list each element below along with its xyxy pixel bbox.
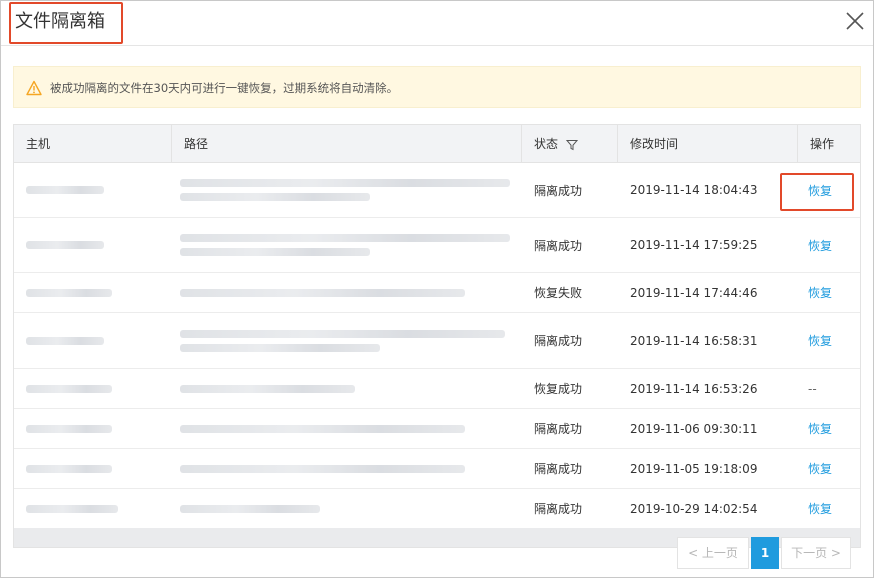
restore-link[interactable]: 恢复 [808,332,832,349]
redacted-path [180,464,465,473]
header-status-label: 状态 [534,137,559,151]
cell-action: 恢复 [808,449,858,488]
warning-icon [26,80,42,96]
redacted-path [180,179,510,187]
table-row: 恢复成功 2019-11-14 16:53:26 -- [14,369,860,409]
cell-action: 恢复 [808,409,858,448]
cell-action: 恢复 [808,218,858,272]
header-path: 路径 [172,125,522,163]
cell-action: 恢复 [808,313,858,368]
table-row: 恢复失败 2019-11-14 17:44:46 恢复 [14,273,860,313]
redacted-path [180,384,355,393]
cell-host [26,369,166,408]
cell-modified-time: 2019-11-14 18:04:43 [630,183,758,197]
cell-host [26,449,166,488]
redacted-host [26,336,104,345]
cell-status: 恢复成功 [534,382,583,396]
cell-modified-time: 2019-11-14 17:44:46 [630,285,758,300]
table-row: 隔离成功 2019-11-05 19:18:09 恢复 [14,449,860,489]
restore-link[interactable]: 恢复 [808,420,832,437]
table-header: 主机 路径 状态 修改时间 操作 [14,125,860,163]
quarantine-table: 主机 路径 状态 修改时间 操作 隔离成功 2019-11-14 18:04:43… [13,124,861,548]
cell-status: 隔离成功 [534,183,583,198]
prev-page-button[interactable]: < 上一页 [677,537,749,569]
redacted-path [180,424,465,433]
title-highlight-box [9,2,123,44]
redacted-path [180,193,370,201]
cell-action: 恢复 [808,489,858,528]
cell-action: -- [808,369,858,408]
cell-path [180,369,516,408]
redacted-host [26,424,112,433]
restore-link[interactable]: 恢复 [808,460,832,477]
header-action: 操作 [810,137,835,151]
header-modified: 修改时间 [618,125,798,163]
close-button[interactable] [841,7,869,35]
cell-modified-time: 2019-11-06 09:30:11 [630,421,758,436]
redacted-host [26,186,104,194]
cell-host [26,163,166,217]
cell-status: 隔离成功 [534,462,583,476]
cell-path [180,163,516,217]
next-page-button[interactable]: 下一页 > [781,537,851,569]
cell-modified-time: 2019-11-14 16:58:31 [630,333,758,348]
cell-modified-time: 2019-10-29 14:02:54 [630,501,758,516]
redacted-path [180,234,510,242]
cell-host [26,489,166,528]
restore-link[interactable]: 恢复 [808,284,832,301]
quarantine-dialog: 文件隔离箱 被成功隔离的文件在30天内可进行一键恢复，过期系统将自动清除。 主机… [0,0,874,578]
redacted-host [26,464,112,473]
cell-status: 恢复失败 [534,286,583,300]
cell-host [26,273,166,312]
redacted-host [26,384,112,393]
pagination: < 上一页 1 下一页 > [1,537,874,569]
header-status[interactable]: 状态 [522,125,618,163]
table-row: 隔离成功 2019-11-14 17:59:25 恢复 [14,218,860,273]
cell-path [180,489,516,528]
cell-status: 隔离成功 [534,334,583,348]
cell-path [180,449,516,488]
cell-modified-time: 2019-11-05 19:18:09 [630,461,758,476]
cell-path [180,409,516,448]
no-action: -- [808,381,817,396]
filter-icon[interactable] [565,139,578,151]
redacted-path [180,248,370,256]
table-row: 隔离成功 2019-11-14 18:04:43 恢复 [14,163,860,218]
redacted-host [26,241,104,249]
cell-host [26,409,166,448]
restore-link[interactable]: 恢复 [808,237,832,254]
restore-highlight-box [780,173,854,211]
cell-host [26,218,166,272]
table-row: 隔离成功 2019-11-14 16:58:31 恢复 [14,313,860,369]
redacted-path [180,343,380,352]
cell-action: 恢复 [808,273,858,312]
table-row: 隔离成功 2019-10-29 14:02:54 恢复 [14,489,860,529]
redacted-path [180,288,465,297]
cell-host [26,313,166,368]
cell-path [180,273,516,312]
redacted-path [180,504,320,513]
cell-modified-time: 2019-11-14 17:59:25 [630,238,758,252]
header-host: 主机 [14,125,172,163]
cell-modified-time: 2019-11-14 16:53:26 [630,381,758,396]
table-row: 隔离成功 2019-11-06 09:30:11 恢复 [14,409,860,449]
dialog-header: 文件隔离箱 [1,1,873,46]
redacted-path [180,329,505,338]
notice-text: 被成功隔离的文件在30天内可进行一键恢复，过期系统将自动清除。 [50,81,399,95]
cell-status: 隔离成功 [534,422,583,436]
page-1-button[interactable]: 1 [751,537,779,569]
cell-path [180,313,516,368]
notice-banner: 被成功隔离的文件在30天内可进行一键恢复，过期系统将自动清除。 [13,66,861,108]
restore-link[interactable]: 恢复 [808,500,832,517]
close-icon [846,12,864,30]
redacted-host [26,504,118,513]
redacted-host [26,288,112,297]
cell-status: 隔离成功 [534,502,583,516]
cell-path [180,218,516,272]
cell-status: 隔离成功 [534,238,583,253]
